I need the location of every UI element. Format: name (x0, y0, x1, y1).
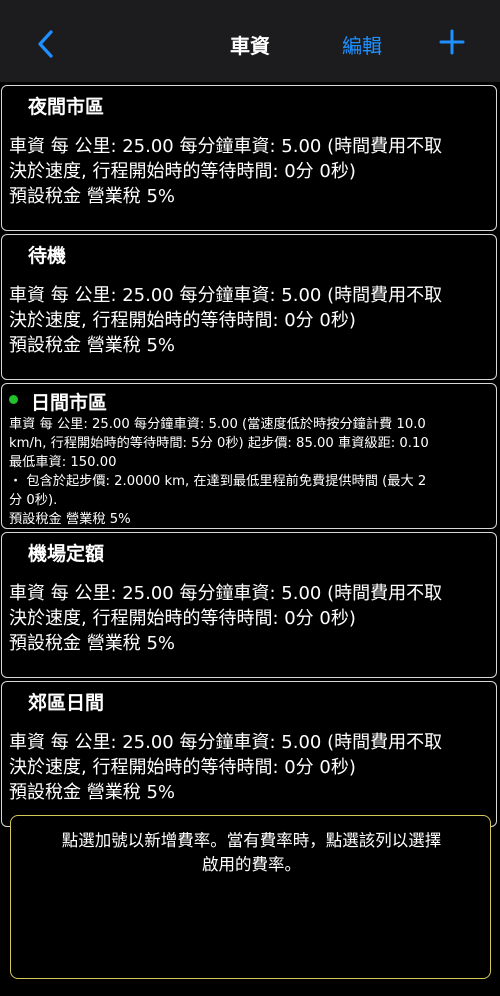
chevron-left-icon (38, 30, 53, 58)
rate-description: 車資 每 公里: 25.00 每分鐘車資: 5.00 (時間費用不取 決於速度,… (9, 134, 495, 209)
rate-desc-line: 車資 每 公里: 25.00 每分鐘車資: 5.00 (時間費用不取 (9, 732, 443, 753)
rate-desc-line: 車資 每 公里: 25.00 每分鐘車資: 5.00 (時間費用不取 (9, 285, 443, 306)
page-title: 車資 (230, 34, 270, 58)
hint-line: 點選加號以新增費率。當有費率時，點選該列以選擇 (61, 831, 442, 850)
rate-desc-line: 決於速度, 行程開始時的等待時間: 0分 0秒) (9, 757, 356, 778)
rate-desc-line: ・ 包含於起步價: 2.0000 km, 在達到最低里程前免費提供時間 (最大 … (9, 474, 427, 489)
active-indicator-dot (9, 395, 18, 404)
hint-text: 點選加號以新增費率。當有費率時，點選該列以選擇 啟用的費率。 (19, 829, 484, 877)
rate-desc-line: 決於速度, 行程開始時的等待時間: 0分 0秒) (9, 161, 356, 182)
navigation-bar: 車資 編輯 (0, 0, 500, 82)
edit-button[interactable]: 編輯 (342, 30, 382, 59)
add-rate-button[interactable] (434, 24, 470, 60)
plus-icon (439, 29, 465, 55)
rate-desc-line: 預設稅金 營業稅 5% (9, 186, 175, 207)
rate-description: 車資 每 公里: 25.00 每分鐘車資: 5.00 (時間費用不取 決於速度,… (9, 283, 495, 358)
rate-row-day-city[interactable]: 日間市區 車資 每 公里: 25.00 每分鐘車資: 5.00 (當速度低於時按… (1, 383, 497, 529)
rate-row-airport-flat[interactable]: 機場定額 車資 每 公里: 25.00 每分鐘車資: 5.00 (時間費用不取 … (1, 532, 497, 678)
rate-desc-line: 預設稅金 營業稅 5% (9, 335, 175, 356)
rate-desc-line: km/h, 行程開始時的等待時間: 5分 0秒) 起步價: 85.00 車資級距… (9, 436, 429, 451)
rate-desc-line: 決於速度, 行程開始時的等待時間: 0分 0秒) (9, 608, 356, 629)
rate-desc-line: 分 0秒). (9, 493, 58, 508)
hint-box: 點選加號以新增費率。當有費率時，點選該列以選擇 啟用的費率。 (10, 815, 491, 979)
back-button[interactable] (28, 26, 64, 62)
rate-row-suburb-day[interactable]: 郊區日間 車資 每 公里: 25.00 每分鐘車資: 5.00 (時間費用不取 … (1, 681, 497, 827)
rate-name: 日間市區 (31, 392, 108, 414)
rate-desc-line: 車資 每 公里: 25.00 每分鐘車資: 5.00 (當速度低於時按分鐘計費 … (9, 417, 426, 432)
rate-name: 夜間市區 (28, 96, 105, 118)
rate-desc-line: 預設稅金 營業稅 5% (9, 633, 175, 654)
rate-name: 待機 (28, 245, 67, 267)
rate-row-night-city[interactable]: 夜間市區 車資 每 公里: 25.00 每分鐘車資: 5.00 (時間費用不取 … (1, 85, 497, 231)
rate-desc-line: 最低車資: 150.00 (9, 455, 117, 470)
rate-desc-line: 預設稅金 營業稅 5% (9, 782, 175, 803)
rate-desc-line: 車資 每 公里: 25.00 每分鐘車資: 5.00 (時間費用不取 (9, 583, 443, 604)
rate-description: 車資 每 公里: 25.00 每分鐘車資: 5.00 (時間費用不取 決於速度,… (9, 730, 495, 805)
rate-desc-line: 決於速度, 行程開始時的等待時間: 0分 0秒) (9, 310, 356, 331)
rate-description: 車資 每 公里: 25.00 每分鐘車資: 5.00 (時間費用不取 決於速度,… (9, 581, 495, 656)
rate-name: 機場定額 (28, 543, 105, 565)
rate-desc-line: 預設稅金 營業稅 5% (9, 512, 131, 527)
rate-desc-line: 車資 每 公里: 25.00 每分鐘車資: 5.00 (時間費用不取 (9, 136, 443, 157)
rate-row-standby[interactable]: 待機 車資 每 公里: 25.00 每分鐘車資: 5.00 (時間費用不取 決於… (1, 234, 497, 380)
rate-name: 郊區日間 (28, 692, 105, 714)
rate-description: 車資 每 公里: 25.00 每分鐘車資: 5.00 (當速度低於時按分鐘計費 … (9, 415, 495, 529)
hint-line: 啟用的費率。 (202, 855, 301, 874)
